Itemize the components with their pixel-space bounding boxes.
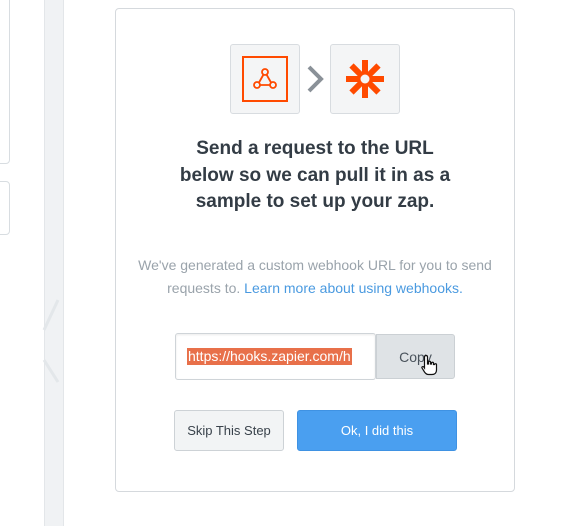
connector-line (42, 299, 60, 383)
description-text: We've generated a custom webhook URL for… (130, 254, 500, 300)
page-title: Send a request to the URL below so we ca… (179, 138, 451, 212)
zapier-app-box (330, 44, 400, 114)
copy-button[interactable]: Copy (376, 334, 455, 379)
chevron-right-icon (307, 65, 324, 93)
webhook-url-text[interactable]: https://hooks.zapier.com/h (187, 348, 352, 365)
learn-more-link[interactable]: Learn more about using webhooks. (244, 280, 463, 296)
ok-done-button[interactable]: Ok, I did this (297, 410, 457, 451)
webhook-icon (242, 56, 288, 102)
zapier-icon (346, 60, 384, 98)
left-sidebar (0, 0, 44, 526)
editor-gutter (44, 0, 64, 526)
webhook-app-box (230, 44, 300, 114)
sidebar-card[interactable] (0, 0, 10, 164)
sidebar-card[interactable] (0, 181, 10, 235)
hand-cursor-icon (421, 354, 438, 376)
skip-step-button[interactable]: Skip This Step (174, 410, 284, 451)
webhook-url-field[interactable]: https://hooks.zapier.com/h (175, 333, 376, 380)
